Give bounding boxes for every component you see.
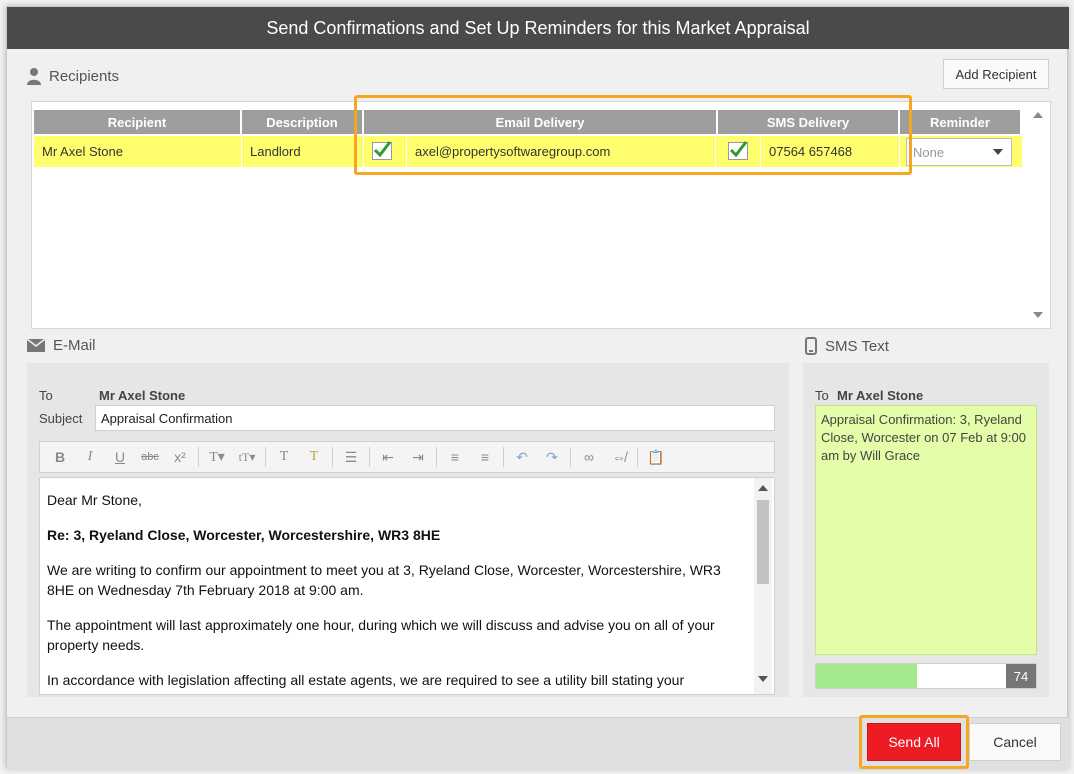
recipients-header: Recipients <box>27 67 119 85</box>
email-label: E-Mail <box>53 337 96 354</box>
font-size-icon[interactable]: tT▾ <box>233 445 261 469</box>
font-icon[interactable]: T▾ <box>203 445 231 469</box>
recipient-description: Landlord <box>242 136 364 167</box>
text-color-icon[interactable]: T <box>270 445 298 469</box>
email-header: E-Mail <box>27 337 96 354</box>
reminder-value: None <box>913 144 945 160</box>
email-paragraph: In accordance with legislation affecting… <box>47 672 685 688</box>
toolbar-divider <box>570 447 571 467</box>
strikethrough-icon[interactable]: abc <box>136 445 164 469</box>
sms-char-count: 74 <box>1006 664 1036 688</box>
indent-icon[interactable]: ⇥ <box>404 445 432 469</box>
email-paragraph: We are writing to confirm our appointmen… <box>47 562 721 598</box>
scroll-up-icon[interactable] <box>1033 112 1043 118</box>
toolbar-divider <box>637 447 638 467</box>
scroll-down-icon[interactable] <box>1033 312 1043 318</box>
editor-scrollbar[interactable] <box>754 478 772 694</box>
subject-input[interactable]: Appraisal Confirmation <box>95 405 775 431</box>
email-paragraph: The appointment will last approximately … <box>47 617 715 653</box>
sms-length-bar: 74 <box>815 663 1037 689</box>
email-to-label: To <box>39 388 53 403</box>
toolbar-divider <box>198 447 199 467</box>
sms-to-value: Mr Axel Stone <box>837 388 924 403</box>
recipients-scrollbar[interactable] <box>1030 108 1046 324</box>
align-left-icon[interactable]: ≡ <box>441 445 469 469</box>
bold-icon[interactable]: B <box>46 445 74 469</box>
link-icon[interactable]: ∞ <box>575 445 603 469</box>
dialog: Send Confirmations and Set Up Reminders … <box>6 6 1069 769</box>
unlink-icon[interactable]: ⇎ <box>605 445 633 469</box>
superscript-icon[interactable]: x² <box>166 445 194 469</box>
toolbar-divider <box>369 447 370 467</box>
scrollbar-thumb[interactable] <box>757 500 769 584</box>
toolbar-divider <box>436 447 437 467</box>
email-body-editor[interactable]: Dear Mr Stone, Re: 3, Ryeland Close, Wor… <box>39 477 775 695</box>
mobile-phone-icon <box>805 337 817 355</box>
editor-toolbar: B I U abc x² T▾ tT▾ T T ☰ ⇤ ⇥ ≡ ≡ ↶ ↷ ∞ … <box>39 441 775 473</box>
email-body: Dear Mr Stone, Re: 3, Ryeland Close, Wor… <box>47 490 747 694</box>
scroll-down-icon[interactable] <box>758 676 768 682</box>
recipients-label: Recipients <box>49 67 120 85</box>
chevron-down-icon <box>993 149 1003 155</box>
envelope-icon <box>27 339 45 352</box>
recipient-name: Mr Axel Stone <box>34 136 242 167</box>
email-panel: To Mr Axel Stone Subject Appraisal Confi… <box>27 363 789 697</box>
sms-length-fill <box>816 664 918 688</box>
cancel-button[interactable]: Cancel <box>969 723 1061 761</box>
column-header-reminder[interactable]: Reminder <box>900 110 1020 134</box>
sms-header: SMS Text <box>805 337 889 355</box>
toolbar-divider <box>332 447 333 467</box>
column-header-description[interactable]: Description <box>242 110 362 134</box>
add-recipient-button[interactable]: Add Recipient <box>943 59 1049 89</box>
sms-panel: To Mr Axel Stone Appraisal Confirmation:… <box>803 363 1049 697</box>
outdent-icon[interactable]: ⇤ <box>374 445 402 469</box>
delivery-highlight <box>354 95 912 175</box>
email-greeting: Dear Mr Stone, <box>47 492 142 508</box>
dialog-title: Send Confirmations and Set Up Reminders … <box>7 7 1069 49</box>
reminder-select[interactable]: None <box>906 138 1012 166</box>
align-center-icon[interactable]: ≡ <box>471 445 499 469</box>
sms-to-label: To <box>815 388 829 403</box>
italic-icon[interactable]: I <box>76 445 104 469</box>
highlight-icon[interactable]: T <box>300 445 328 469</box>
send-all-highlight <box>859 715 969 769</box>
sms-label: SMS Text <box>825 337 889 355</box>
email-re-line: Re: 3, Ryeland Close, Worcester, Worcest… <box>47 527 441 543</box>
scroll-up-icon[interactable] <box>758 485 768 491</box>
bullet-list-icon[interactable]: ☰ <box>337 445 365 469</box>
toolbar-divider <box>265 447 266 467</box>
toolbar-divider <box>503 447 504 467</box>
person-icon <box>27 68 41 85</box>
subject-label: Subject <box>39 411 83 426</box>
column-header-recipient[interactable]: Recipient <box>34 110 240 134</box>
email-to-value: Mr Axel Stone <box>99 388 186 403</box>
underline-icon[interactable]: U <box>106 445 134 469</box>
undo-icon[interactable]: ↶ <box>508 445 536 469</box>
sms-text-input[interactable]: Appraisal Confirmation: 3, Ryeland Close… <box>815 405 1037 655</box>
redo-icon[interactable]: ↷ <box>538 445 566 469</box>
paste-text-icon[interactable]: 📋 <box>642 445 670 469</box>
